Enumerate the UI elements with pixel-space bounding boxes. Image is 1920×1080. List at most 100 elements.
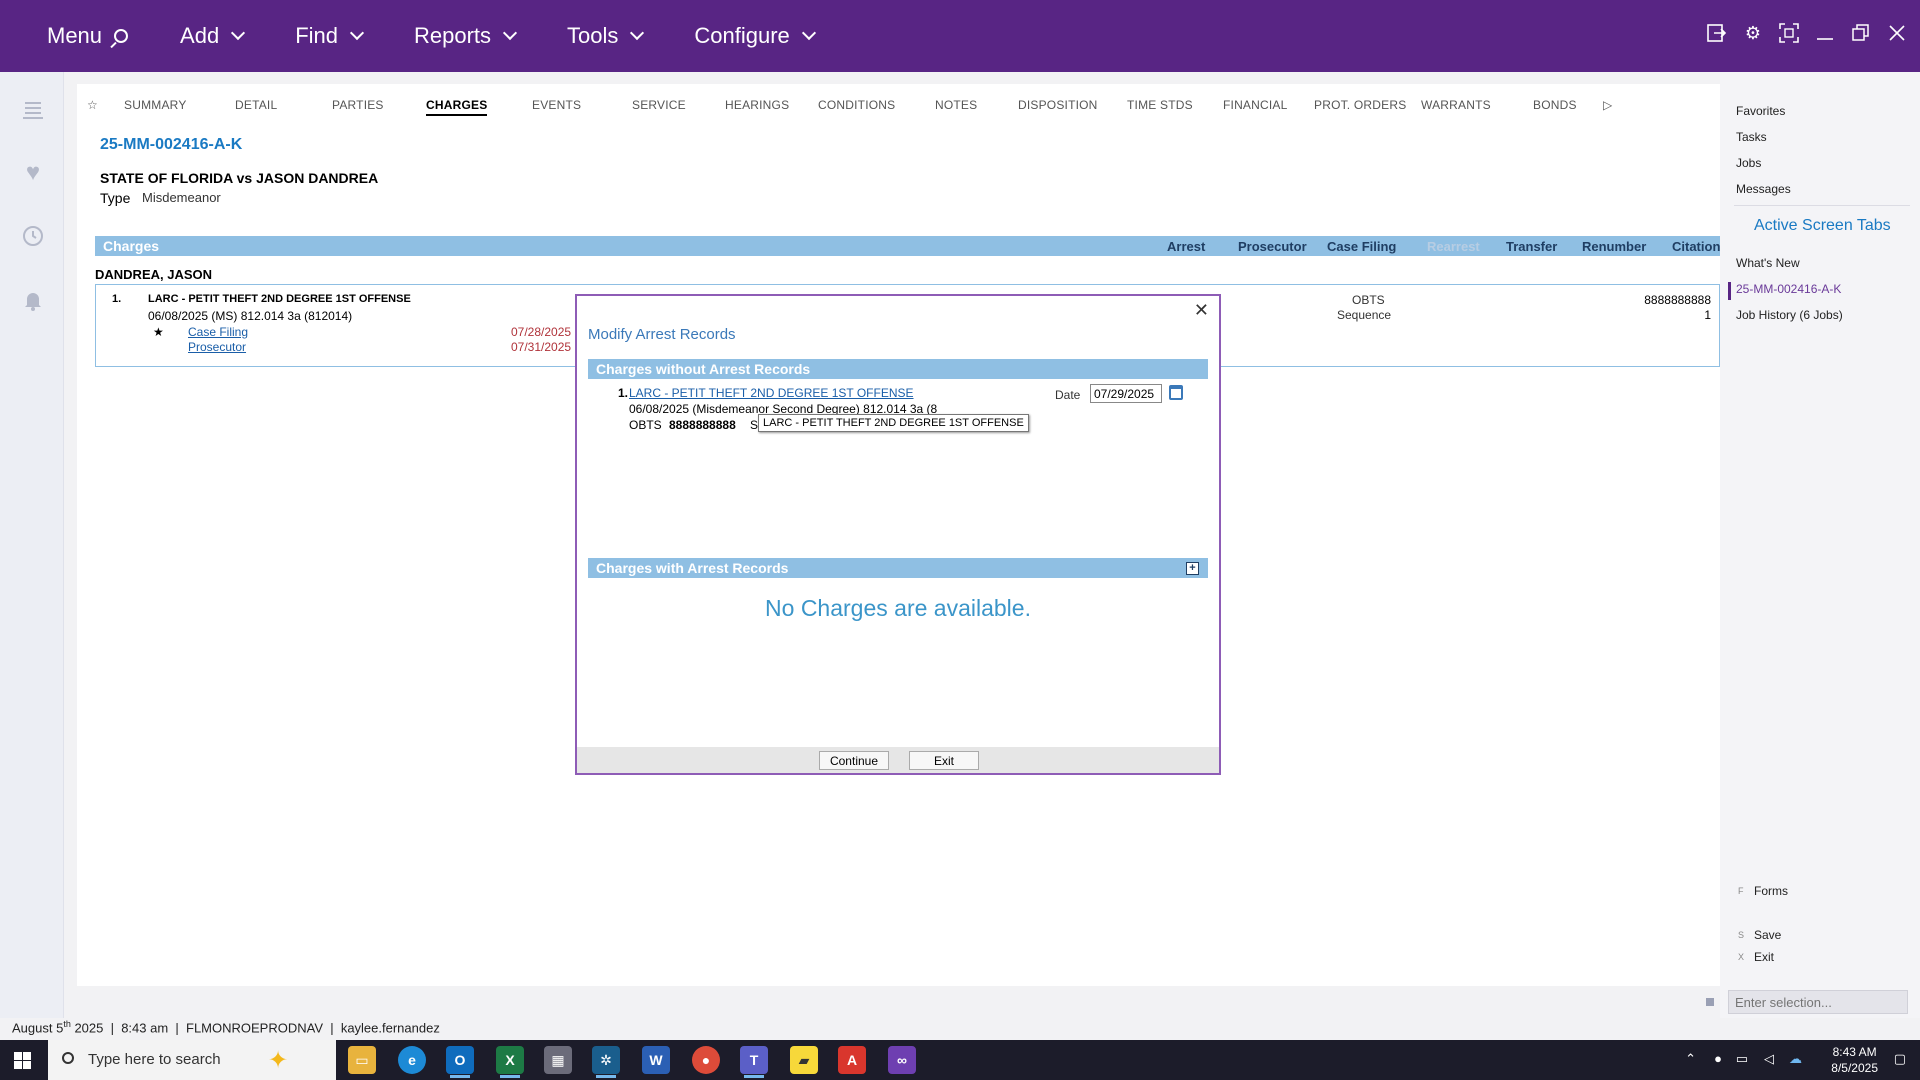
taskbar-search[interactable]: Type here to search ✦ [48, 1040, 336, 1080]
sequence-label: Sequence [1337, 308, 1392, 322]
clock[interactable]: 8:43 AM 8/5/2025 [1831, 1044, 1878, 1076]
search-icon [62, 1052, 74, 1064]
charge-title: LARC - PETIT THEFT 2ND DEGREE 1ST OFFENS… [148, 293, 411, 305]
case-number: 25-MM-002416-A-K [100, 136, 243, 153]
volume-icon[interactable]: ◁ [1764, 1051, 1774, 1067]
tab-service[interactable]: SERVICE [632, 98, 686, 112]
screen-tab-whats-new[interactable]: What's New [1736, 256, 1800, 270]
list-icon[interactable] [20, 98, 46, 124]
arrest-action[interactable]: Arrest [1167, 239, 1205, 254]
history-icon[interactable] [20, 224, 46, 250]
dialog-obts-label: OBTS [629, 418, 662, 432]
app-icon[interactable]: ✲ [592, 1046, 620, 1078]
acrobat-icon[interactable]: A [838, 1046, 866, 1074]
citation-action[interactable]: Citation [1672, 239, 1720, 254]
sticky-notes-icon[interactable]: ▰ [790, 1046, 818, 1074]
configure-menu[interactable]: Configure [694, 23, 816, 49]
calendar-icon[interactable] [1169, 385, 1183, 400]
tab-parties[interactable]: PARTIES [332, 98, 384, 112]
favorite-star-icon[interactable]: ☆ [87, 98, 98, 112]
status-bar: August 5th 2025 | 8:43 am | FLMONROEPROD… [0, 1018, 1920, 1040]
microphone-icon[interactable]: ● [1714, 1051, 1722, 1066]
sidebar-item-favorites[interactable]: Favorites [1736, 104, 1785, 118]
sparkle-icon: ✦ [268, 1047, 289, 1074]
chevron-down-icon [801, 25, 816, 41]
calculator-icon[interactable]: ▦ [544, 1046, 572, 1074]
visual-studio-icon[interactable]: ∞ [888, 1046, 916, 1074]
save-action[interactable]: Save [1754, 928, 1781, 942]
notifications-icon[interactable]: ▢ [1894, 1051, 1906, 1067]
taskbar-search-placeholder: Type here to search [88, 1051, 221, 1068]
gear-icon[interactable]: ⚙ [1742, 22, 1764, 44]
case-filing-action[interactable]: Case Filing [1327, 239, 1396, 254]
menu-button[interactable]: Menu [47, 23, 129, 49]
heart-icon[interactable]: ♥ [20, 160, 46, 186]
prosecutor-link[interactable]: Prosecutor [188, 340, 246, 354]
windows-start-icon[interactable] [14, 1052, 31, 1069]
tab-hearings[interactable]: HEARINGS [725, 98, 789, 112]
tab-financial[interactable]: FINANCIAL [1223, 98, 1287, 112]
excel-icon[interactable]: X [496, 1046, 524, 1078]
close-icon[interactable] [1886, 22, 1908, 44]
find-menu[interactable]: Find [295, 23, 365, 49]
tab-bonds[interactable]: BONDS [1533, 98, 1577, 112]
tab-detail[interactable]: DETAIL [235, 98, 277, 112]
reports-menu[interactable]: Reports [414, 23, 518, 49]
sidebar-item-messages[interactable]: Messages [1736, 182, 1791, 196]
date-input[interactable] [1090, 384, 1162, 403]
tools-menu[interactable]: Tools [567, 23, 645, 49]
dialog-obts-value: 8888888888 [669, 418, 736, 432]
file-explorer-icon[interactable]: ▭ [348, 1046, 376, 1074]
continue-button[interactable]: Continue [819, 751, 889, 770]
onedrive-icon[interactable]: ☁ [1789, 1051, 1802, 1067]
dialog-charge-link[interactable]: LARC - PETIT THEFT 2ND DEGREE 1ST OFFENS… [629, 386, 914, 400]
outlook-icon[interactable]: O [446, 1046, 474, 1078]
forms-action[interactable]: Forms [1754, 884, 1788, 898]
edge-icon[interactable]: e [398, 1046, 426, 1074]
prosecutor-action[interactable]: Prosecutor [1238, 239, 1307, 254]
search-icon [114, 29, 129, 43]
star-icon: ★ [153, 325, 164, 339]
tab-summary[interactable]: SUMMARY [124, 98, 187, 112]
charges-with-arrest-header: Charges with Arrest Records + [588, 558, 1208, 578]
tab-conditions[interactable]: CONDITIONS [818, 98, 895, 112]
obts-value: 8888888888 [1644, 293, 1711, 307]
enter-selection-input[interactable] [1728, 990, 1908, 1014]
chevron-down-icon [630, 25, 645, 41]
restore-icon[interactable] [1850, 22, 1872, 44]
tabs-scroll-right-icon[interactable]: ▷ [1603, 98, 1612, 112]
screen-tab-case[interactable]: 25-MM-002416-A-K [1736, 282, 1841, 296]
network-icon[interactable]: ▭ [1736, 1051, 1748, 1067]
resize-grip-icon[interactable] [1706, 998, 1714, 1006]
chrome-icon[interactable]: ● [692, 1046, 720, 1074]
tab-disposition[interactable]: DISPOSITION [1018, 98, 1098, 112]
tab-notes[interactable]: NOTES [935, 98, 977, 112]
tab-charges[interactable]: CHARGES [426, 98, 488, 116]
sidebar-item-jobs[interactable]: Jobs [1736, 156, 1761, 170]
tab-time-stds[interactable]: TIME STDS [1127, 98, 1193, 112]
close-icon[interactable]: ✕ [1194, 300, 1209, 321]
word-icon[interactable]: W [642, 1046, 670, 1074]
sidebar-divider [1734, 205, 1910, 206]
taskbar: Type here to search ✦ ▭ e O X ▦ ✲ W ● T … [0, 1040, 1920, 1080]
chevron-up-icon[interactable]: ⌃ [1685, 1051, 1696, 1067]
exit-button[interactable]: Exit [909, 751, 979, 770]
renumber-action[interactable]: Renumber [1582, 239, 1646, 254]
exit-action[interactable]: Exit [1754, 950, 1774, 964]
expand-icon[interactable]: + [1186, 562, 1199, 575]
sidebar-item-tasks[interactable]: Tasks [1736, 130, 1767, 144]
screen-tab-job-history[interactable]: Job History (6 Jobs) [1736, 308, 1843, 322]
teams-icon[interactable]: T [740, 1046, 768, 1078]
case-filing-link[interactable]: Case Filing [188, 325, 248, 339]
tab-prot-orders[interactable]: PROT. ORDERS [1314, 98, 1406, 112]
case-type-label: Type [100, 190, 131, 206]
tab-events[interactable]: EVENTS [532, 98, 581, 112]
fullscreen-icon[interactable] [1778, 22, 1800, 44]
tab-warrants[interactable]: WARRANTS [1421, 98, 1491, 112]
sign-out-icon[interactable] [1706, 22, 1728, 44]
minimize-icon[interactable] [1814, 22, 1836, 44]
transfer-action[interactable]: Transfer [1506, 239, 1557, 254]
add-menu[interactable]: Add [180, 23, 246, 49]
case-tabs: ☆ SUMMARY DETAIL PARTIES CHARGES EVENTS … [77, 98, 1720, 118]
bell-icon[interactable] [20, 288, 46, 314]
